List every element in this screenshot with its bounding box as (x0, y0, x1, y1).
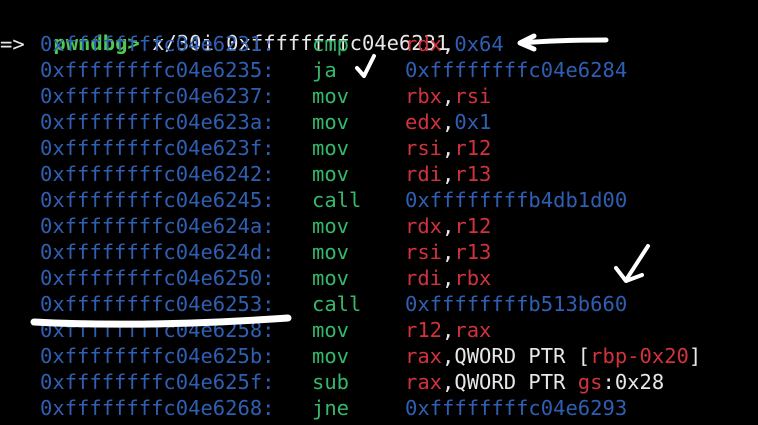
instruction-operands: r12,rax (405, 317, 491, 343)
register-operand: r12 (454, 136, 492, 160)
instruction-address: 0xffffffffc04e623a: (40, 110, 275, 134)
register-operand: rax (405, 370, 443, 394)
register-operand: rsi (454, 84, 492, 108)
operand-text: ] (688, 344, 702, 368)
instruction-mnemonic: call (312, 292, 362, 316)
instruction-mnemonic: mov (312, 318, 350, 342)
operand-text: , (442, 266, 455, 290)
current-instruction-marker: => (0, 32, 25, 56)
instruction-mnemonic: mov (312, 344, 350, 368)
instruction-address: 0xffffffffc04e624a: (40, 214, 275, 238)
instruction-operands: 0xffffffffb4db1d00 (405, 187, 627, 213)
instruction-address: 0xffffffffc04e6231: (40, 32, 275, 56)
instruction-operands: rdi,r13 (405, 161, 491, 187)
immediate-operand: 0xffffffffc04e6284 (405, 58, 628, 82)
instruction-operands: rsi,r12 (405, 135, 491, 161)
instruction-mnemonic: cmp (312, 32, 350, 56)
operand-text: , (442, 162, 455, 186)
register-operand: rdi (405, 266, 443, 290)
register-operand: rbx (454, 266, 492, 290)
operand-text: , (442, 110, 455, 134)
annotation-stroke-arrow-cmp (518, 37, 609, 46)
instruction-mnemonic: jne (312, 396, 350, 420)
instruction-operands: rax,QWORD PTR [rbp-0x20] (405, 343, 701, 369)
register-operand: r13 (454, 162, 492, 186)
register-operand: rax (405, 344, 443, 368)
operand-text: , (442, 214, 455, 238)
operand-text: , (442, 136, 455, 160)
register-operand: rdi (405, 162, 443, 186)
operand-text: ,QWORD PTR [ (442, 344, 591, 368)
instruction-address: 0xffffffffc04e623f: (40, 136, 275, 160)
annotation-arrow-down-icon (614, 244, 650, 283)
register-operand: rbx (405, 84, 443, 108)
instruction-address: 0xffffffffc04e624d: (40, 240, 275, 264)
instruction-operands: rdx,r12 (405, 213, 491, 239)
immediate-operand: 0xffffffffb513b660 (405, 292, 628, 316)
register-operand: rbp-0x20 (590, 344, 689, 368)
operand-text: , (442, 240, 455, 264)
instruction-address: 0xffffffffc04e6242: (40, 162, 275, 186)
instruction-address: 0xffffffffc04e625f: (40, 370, 275, 394)
instruction-address: 0xffffffffc04e6268: (40, 396, 275, 420)
instruction-operands: rax,QWORD PTR gs:0x28 (405, 369, 664, 395)
instruction-address: 0xffffffffc04e6253: (40, 292, 275, 316)
register-operand: r13 (454, 240, 492, 264)
instruction-mnemonic: ja (312, 58, 337, 82)
instruction-operands: 0xffffffffc04e6293 (405, 395, 627, 421)
instruction-address: 0xffffffffc04e6235: (40, 58, 275, 82)
instruction-address: 0xffffffffc04e6237: (40, 84, 275, 108)
instruction-mnemonic: mov (312, 162, 350, 186)
instruction-operands: rbx,rsi (405, 83, 491, 109)
instruction-address: 0xffffffffc04e625b: (40, 344, 275, 368)
instruction-mnemonic: mov (312, 110, 350, 134)
instruction-operands: rsi,r13 (405, 239, 491, 265)
instruction-operands: rdx,0x64 (405, 31, 504, 57)
operand-text: ,QWORD PTR (442, 370, 578, 394)
register-operand: gs (577, 370, 603, 394)
register-operand: edx (405, 110, 443, 134)
instruction-mnemonic: sub (312, 370, 350, 394)
annotation-arrowhead-cmp (517, 33, 537, 52)
operand-text: :0x28 (602, 370, 665, 394)
operand-text: , (442, 318, 455, 342)
register-operand: rsi (405, 240, 443, 264)
register-operand: rdx (405, 214, 443, 238)
instruction-operands: 0xffffffffc04e6284 (405, 57, 627, 83)
register-operand: rsi (405, 136, 443, 160)
instruction-mnemonic: call (312, 188, 362, 212)
instruction-operands: rdi,rbx (405, 265, 491, 291)
annotation-checkmark-icon (355, 54, 376, 78)
immediate-operand: 0xffffffffc04e6293 (405, 396, 628, 420)
register-operand: rax (454, 318, 492, 342)
register-operand: r12 (405, 318, 443, 342)
operand-text: , (442, 32, 455, 56)
instruction-mnemonic: mov (312, 266, 350, 290)
instruction-mnemonic: mov (312, 240, 350, 264)
operand-text: , (442, 84, 455, 108)
immediate-operand: 0x64 (454, 32, 504, 56)
instruction-address: 0xffffffffc04e6245: (40, 188, 275, 212)
instruction-operands: edx,0x1 (405, 109, 491, 135)
instruction-operands: 0xffffffffb513b660 (405, 291, 627, 317)
instruction-mnemonic: mov (312, 214, 350, 238)
instruction-address: 0xffffffffc04e6258: (40, 318, 275, 342)
register-operand: r12 (454, 214, 492, 238)
command-line: pwndbg> x/30i 0xffffffffc04e6231 (4, 4, 448, 55)
immediate-operand: 0xffffffffb4db1d00 (405, 188, 628, 212)
instruction-address: 0xffffffffc04e6250: (40, 266, 275, 290)
register-operand: rdx (405, 32, 443, 56)
terminal-window[interactable]: pwndbg> x/30i 0xffffffffc04e6231 => 0xfff… (0, 0, 758, 425)
instruction-mnemonic: mov (312, 136, 350, 160)
instruction-mnemonic: mov (312, 84, 350, 108)
immediate-operand: 0x1 (454, 110, 492, 134)
